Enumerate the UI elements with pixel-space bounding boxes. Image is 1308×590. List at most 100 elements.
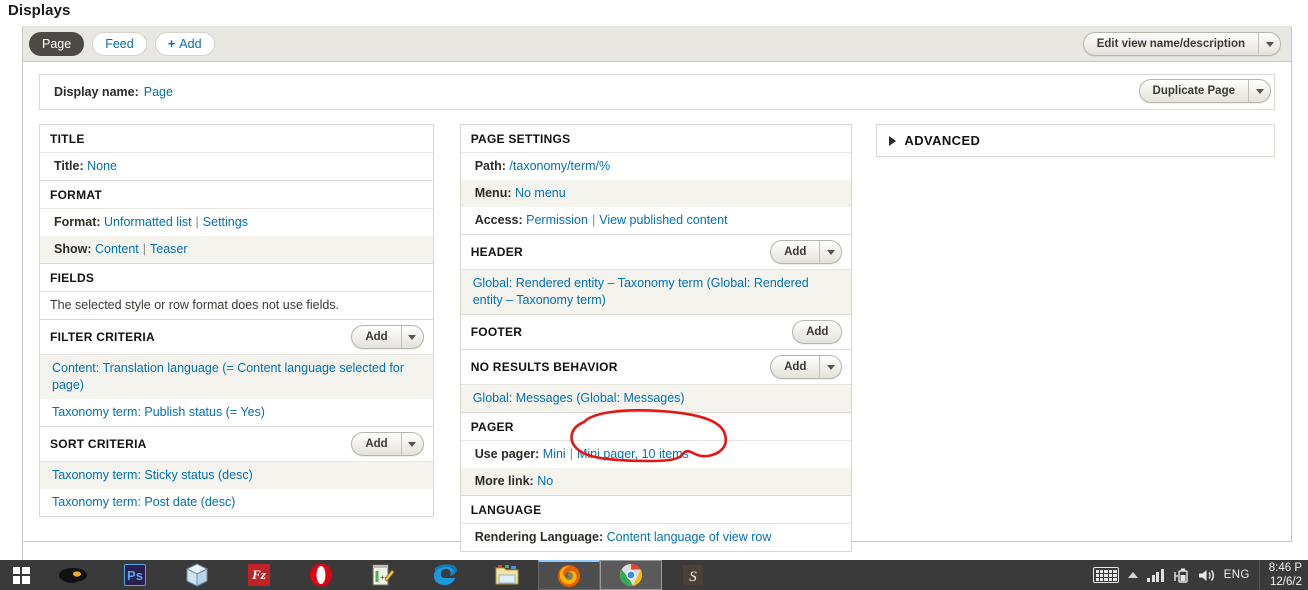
taskbar-opera-icon[interactable]: [290, 560, 352, 590]
bucket-pager-heading: PAGER: [470, 419, 514, 434]
taskbar-sublime-text-icon[interactable]: S: [662, 560, 724, 590]
no-results-dropdown-toggle[interactable]: [819, 356, 841, 378]
header-item[interactable]: Global: Rendered entity – Taxonomy term …: [460, 269, 852, 314]
row-rendering-language-value[interactable]: Content language of view row: [607, 530, 772, 544]
filter-criteria-add-dropbutton[interactable]: Add: [351, 325, 424, 349]
filter-criteria-item[interactable]: Content: Translation language (= Content…: [40, 354, 433, 399]
filter-criteria-add-button[interactable]: Add: [352, 326, 400, 348]
row-path-value[interactable]: /taxonomy/term/%: [509, 159, 610, 173]
battery-icon[interactable]: [1173, 567, 1189, 583]
no-results-item[interactable]: Global: Messages (Global: Messages): [460, 384, 852, 412]
bucket-format-header: FORMAT: [40, 181, 433, 208]
taskbar-sketchup-icon[interactable]: [166, 560, 228, 590]
sort-criteria-add-button[interactable]: Add: [352, 433, 400, 455]
row-show-settings[interactable]: Teaser: [150, 242, 188, 256]
clock[interactable]: 8:46 P 12/6/2: [1269, 561, 1304, 589]
edit-view-dropdown-toggle[interactable]: [1258, 33, 1280, 55]
bucket-page-settings-header: PAGE SETTINGS: [461, 125, 852, 152]
taskbar-app-icon-unknown-dark[interactable]: [42, 560, 104, 590]
sort-criteria-item-link[interactable]: Taxonomy term: Post date (desc): [52, 495, 235, 509]
row-rendering-language[interactable]: Rendering Language: Content language of …: [460, 523, 852, 551]
sort-criteria-dropdown-toggle[interactable]: [400, 433, 423, 455]
row-use-pager-value[interactable]: Mini: [543, 447, 566, 461]
bucket-header-header: HEADER Add: [461, 235, 852, 269]
show-hidden-icons-icon[interactable]: [1128, 572, 1139, 578]
header-item-link[interactable]: Global: Rendered entity – Taxonomy term …: [473, 276, 809, 307]
views-edit-container: Page Feed + Add Edit view name/descriptio…: [22, 26, 1292, 552]
header-dropdown-toggle[interactable]: [819, 241, 841, 263]
row-title-value[interactable]: None: [87, 159, 117, 173]
row-use-pager-detail[interactable]: Mini pager, 10 items: [577, 447, 689, 461]
duplicate-page-dropdown-toggle[interactable]: [1248, 80, 1270, 102]
system-tray: ENG 8:46 P 12/6/2: [1093, 560, 1308, 590]
bucket-advanced[interactable]: ADVANCED: [876, 124, 1276, 157]
row-show-value[interactable]: Content: [95, 242, 139, 256]
footer-add-dropbutton[interactable]: Add: [792, 320, 843, 344]
taskbar-internet-explorer-icon[interactable]: [414, 560, 476, 590]
volume-icon[interactable]: [1198, 568, 1215, 583]
bucket-page-settings: PAGE SETTINGS Path: /taxonomy/term/% Men…: [459, 124, 853, 234]
row-more-link-value[interactable]: No: [537, 474, 553, 488]
row-format-settings[interactable]: Settings: [203, 215, 248, 229]
bucket-fields-heading: FIELDS: [50, 270, 95, 285]
row-access[interactable]: Access: Permission | View published conten…: [461, 207, 852, 234]
row-access-value[interactable]: Permission: [526, 213, 588, 227]
row-format-value[interactable]: Unformatted list: [104, 215, 192, 229]
bucket-fields: FIELDS The selected style or row format …: [39, 263, 434, 319]
network-signal-icon[interactable]: [1147, 568, 1164, 582]
taskbar-firefox-icon[interactable]: [538, 560, 600, 590]
display-tab-add[interactable]: + Add: [154, 31, 215, 56]
duplicate-page-dropbutton[interactable]: Duplicate Page: [1138, 79, 1271, 103]
filter-criteria-dropdown-toggle[interactable]: [400, 326, 423, 348]
keyboard-icon[interactable]: [1093, 567, 1120, 583]
row-path[interactable]: Path: /taxonomy/term/%: [460, 152, 852, 180]
row-use-pager[interactable]: Use pager: Mini | Mini pager, 10 items: [460, 440, 852, 468]
taskbar-explorer-folder-icon[interactable]: [476, 560, 538, 590]
photoshop-icon: Ps: [124, 564, 146, 586]
taskbar-chrome-icon[interactable]: [600, 560, 662, 590]
no-results-item-link[interactable]: Global: Messages (Global: Messages): [473, 391, 685, 405]
taskbar-filezilla-icon[interactable]: Fz: [228, 560, 290, 590]
bucket-format: FORMAT Format: Unformatted list | Settings…: [39, 180, 434, 263]
display-tab-page[interactable]: Page: [29, 31, 85, 56]
filter-criteria-item-link[interactable]: Taxonomy term: Publish status (= Yes): [52, 405, 265, 419]
views-column-middle: PAGE SETTINGS Path: /taxonomy/term/% Men…: [459, 124, 853, 552]
row-more-link[interactable]: More link: No: [460, 468, 852, 495]
duplicate-page-button[interactable]: Duplicate Page: [1140, 80, 1248, 102]
bucket-footer-heading: FOOTER: [470, 325, 523, 339]
row-menu[interactable]: Menu: No menu: [460, 180, 852, 207]
row-access-detail[interactable]: View published content: [599, 213, 727, 227]
taskbar-notepad-plus-plus-icon[interactable]: ++: [352, 560, 414, 590]
bucket-language-header: LANGUAGE: [461, 496, 852, 523]
opera-icon: [310, 563, 332, 587]
taskbar-photoshop-icon[interactable]: Ps: [104, 560, 166, 590]
row-show[interactable]: Show: Content | Teaser: [40, 236, 433, 263]
sort-criteria-item[interactable]: Taxonomy term: Post date (desc): [40, 489, 433, 516]
start-button[interactable]: [0, 560, 42, 590]
display-name-label: Display name:: [54, 85, 139, 99]
display-tab-feed[interactable]: Feed: [92, 31, 147, 56]
sort-criteria-item-link[interactable]: Taxonomy term: Sticky status (desc): [52, 468, 253, 482]
tray-separator: [1258, 560, 1260, 590]
sort-criteria-item[interactable]: Taxonomy term: Sticky status (desc): [40, 461, 433, 489]
header-add-dropbutton[interactable]: Add: [770, 240, 843, 264]
row-format[interactable]: Format: Unformatted list | Settings: [40, 208, 433, 236]
header-add-button[interactable]: Add: [771, 241, 819, 263]
bucket-advanced-heading: ADVANCED: [904, 133, 981, 148]
sort-criteria-add-dropbutton[interactable]: Add: [351, 432, 424, 456]
display-name-value-link[interactable]: Page: [144, 85, 173, 99]
bucket-language-heading: LANGUAGE: [470, 502, 542, 517]
no-results-add-dropbutton[interactable]: Add: [770, 355, 843, 379]
row-rendering-language-key: Rendering Language:: [474, 530, 604, 544]
views-column-left: TITLE Title: None FORMAT Format: Unforma…: [39, 124, 434, 517]
explorer-folder-icon: [495, 565, 519, 585]
edit-view-name-description-dropbutton[interactable]: Edit view name/description: [1082, 32, 1281, 56]
no-results-add-button[interactable]: Add: [771, 356, 819, 378]
filter-criteria-item-link[interactable]: Content: Translation language (= Content…: [52, 361, 404, 392]
row-title[interactable]: Title: None: [40, 152, 433, 180]
language-indicator[interactable]: ENG: [1224, 569, 1250, 581]
row-menu-value[interactable]: No menu: [515, 186, 566, 200]
edit-view-name-description-button[interactable]: Edit view name/description: [1084, 33, 1258, 55]
filter-criteria-item[interactable]: Taxonomy term: Publish status (= Yes): [40, 399, 433, 426]
footer-add-button[interactable]: Add: [793, 321, 841, 343]
